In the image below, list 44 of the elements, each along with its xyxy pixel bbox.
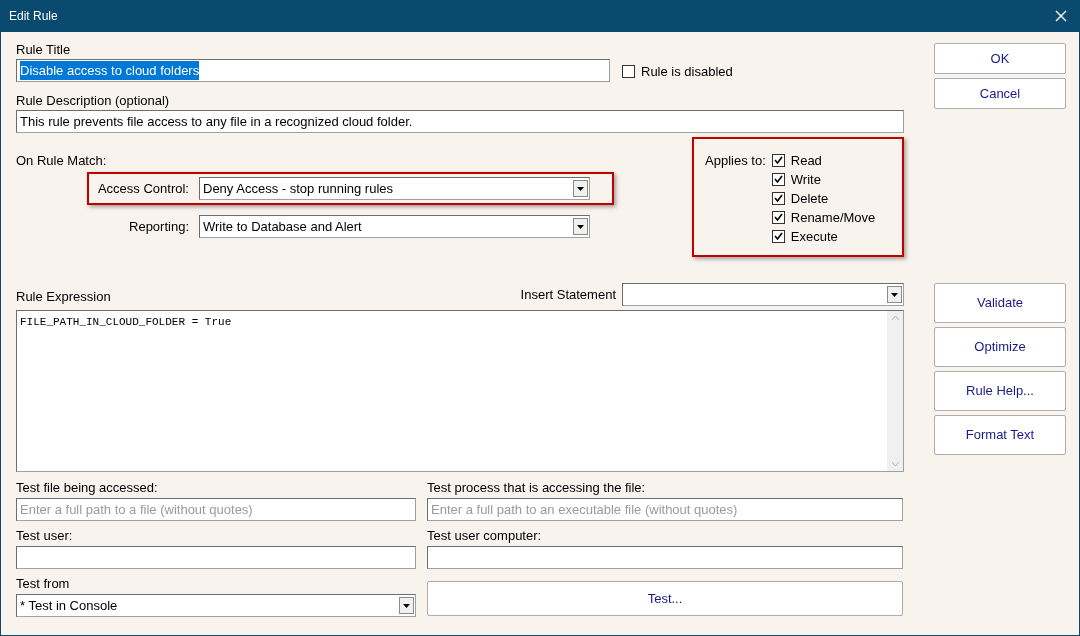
close-icon[interactable] <box>1055 10 1067 22</box>
checkbox-label: Execute <box>790 227 838 246</box>
window-title: Edit Rule <box>9 8 58 25</box>
checkbox[interactable] <box>771 154 785 167</box>
field-label: Rule Description (optional) <box>16 93 171 109</box>
checkbox[interactable] <box>771 230 785 243</box>
text-field[interactable]: This rule prevents file access to any file in a recognized cloud folder. <box>16 110 904 133</box>
checkbox-label: Read <box>790 151 822 170</box>
field-label: Test from <box>16 576 71 592</box>
dialog-button[interactable]: OK <box>934 43 1066 74</box>
checkbox[interactable] <box>771 173 785 186</box>
checkbox-label: Delete <box>790 189 829 208</box>
checkbox[interactable] <box>622 65 635 78</box>
tool-button[interactable]: Optimize <box>934 327 1066 367</box>
field-label: Test user: <box>16 528 74 544</box>
section-label: On Rule Match: <box>16 153 108 169</box>
text-field[interactable] <box>427 546 903 569</box>
dropdown[interactable]: * Test in Console <box>16 594 416 617</box>
tool-button[interactable]: Validate <box>934 283 1066 323</box>
tool-button[interactable]: Format Text <box>934 415 1066 455</box>
field-label: Insert Statement <box>520 285 616 304</box>
dialog-button[interactable]: Cancel <box>934 78 1066 109</box>
field-label: Reporting: <box>128 217 190 236</box>
group-label: Applies to: <box>705 152 767 170</box>
checkbox-label: Rule is disabled <box>641 62 733 81</box>
dropdown[interactable]: Write to Database and Alert <box>199 215 590 238</box>
field-value: Disable access to cloud folders <box>20 60 200 81</box>
text-field[interactable]: Disable access to cloud folders <box>16 59 610 82</box>
code-editor[interactable]: FILE_PATH_IN_CLOUD_FOLDER = True <box>16 310 904 472</box>
field-label: Test process that is accessing the file: <box>427 480 647 496</box>
field-label: Access Control: <box>96 179 190 198</box>
text-field[interactable] <box>16 546 416 569</box>
checkbox[interactable] <box>771 192 785 205</box>
checkbox-label: Rename/Move <box>790 208 876 227</box>
field-label: Rule Title <box>16 42 72 58</box>
field-label: Rule Expression <box>16 289 111 305</box>
field-label: Test user computer: <box>427 528 543 544</box>
checkbox[interactable] <box>771 211 785 224</box>
dropdown[interactable]: Deny Access - stop running rules <box>199 177 590 200</box>
tool-button[interactable]: Rule Help... <box>934 371 1066 411</box>
field-label: Test file being accessed: <box>16 480 159 496</box>
test-button[interactable]: Test... <box>427 581 903 616</box>
dropdown[interactable] <box>622 283 904 306</box>
checkbox-label: Write <box>790 170 821 189</box>
